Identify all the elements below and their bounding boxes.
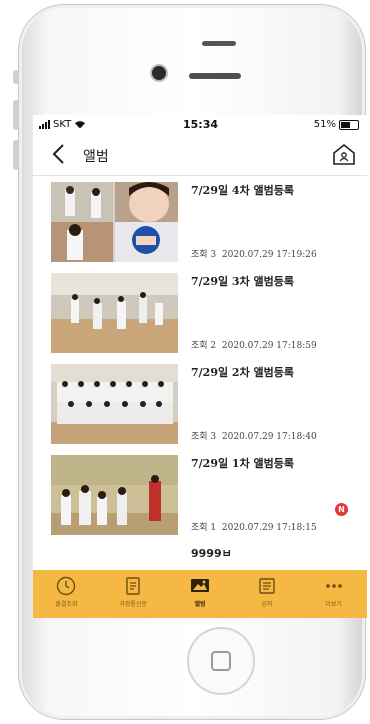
album-title: 7/29일 2차 앨범등록 (191, 366, 295, 379)
album-meta: 조회 3 2020.07.29 17:19:26 (191, 250, 317, 260)
album-thumbnail (51, 455, 178, 535)
album-title: 7/29일 1차 앨범등록 (191, 457, 295, 470)
album-meta: 조회 1 2020.07.29 17:18:15 (191, 523, 317, 533)
volume-down-button (13, 140, 19, 170)
album-item[interactable]: 7/29일 4차 앨범등록 조회 3 2020.07.29 17:19:26 (33, 180, 367, 270)
earpiece-top (202, 41, 236, 46)
signal-icon (39, 120, 50, 129)
tab-more[interactable]: 더보기 (300, 570, 367, 618)
more-icon (325, 584, 342, 588)
tab-notice[interactable]: 공지 (233, 570, 300, 618)
new-badge: N (335, 503, 348, 516)
carrier-label: SKT (53, 119, 72, 130)
tab-attendance[interactable]: 출결조회 (33, 570, 100, 618)
album-item[interactable]: 7/29일 2차 앨범등록 조회 3 2020.07.29 17:18:40 (33, 362, 367, 452)
status-bar: SKT 15:34 51% (33, 115, 367, 135)
front-camera (152, 66, 166, 80)
album-title: 7/29일 4차 앨범등록 (191, 184, 295, 197)
chevron-left-icon (52, 144, 64, 164)
home-button[interactable] (187, 627, 255, 695)
clock: 15:34 (183, 118, 219, 131)
album-item[interactable]: 7/29일 1차 앨범등록 N 조회 1 2020.07.29 17:18:15 (33, 453, 367, 543)
tab-album[interactable]: 앨범 (167, 570, 234, 618)
app-screen: SKT 15:34 51% 앨범 7/29일 4차 앨범등록 조회 3 2020… (33, 115, 367, 618)
album-title: 7/29일 3차 앨범등록 (191, 275, 295, 288)
battery-icon (339, 119, 359, 130)
clock-icon (57, 576, 76, 596)
home-nav-button[interactable] (331, 141, 357, 167)
mute-switch (13, 70, 19, 84)
notice-icon (259, 578, 275, 594)
album-meta: 조회 2 2020.07.29 17:18:59 (191, 341, 317, 351)
earpiece-speaker (189, 73, 241, 79)
battery-percent: 51% (313, 119, 336, 130)
tab-newsletter[interactable]: 가정통신문 (100, 570, 167, 618)
wifi-icon (75, 121, 86, 129)
back-button[interactable] (51, 143, 65, 170)
photo-icon (190, 579, 209, 592)
album-thumbnail (51, 182, 178, 262)
album-meta: 조회 3 2020.07.29 17:18:40 (191, 432, 317, 442)
album-thumbnail (51, 273, 178, 353)
header: 앨범 (33, 135, 367, 176)
album-item[interactable]: 7/29일 3차 앨범등록 조회 2 2020.07.29 17:18:59 (33, 271, 367, 361)
document-icon (126, 577, 140, 595)
album-thumbnail (51, 364, 178, 444)
bottom-tab-bar: 출결조회 가정통신문 앨범 공지 더보기 (33, 570, 367, 618)
album-title-partial[interactable]: 9999ㅂ (191, 545, 232, 561)
home-icon (333, 143, 355, 165)
volume-up-button (13, 100, 19, 130)
page-title: 앨범 (83, 149, 109, 165)
